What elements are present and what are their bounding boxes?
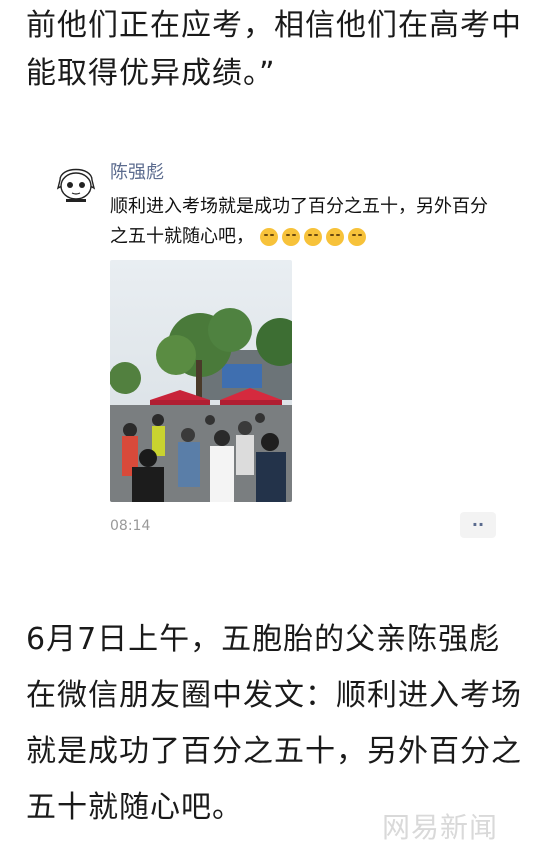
laugh-cry-icon [347, 228, 366, 246]
article-intro: 前他们正在应考，相信他们在高考中能取得优异成绩。” [26, 8, 522, 91]
avatar[interactable] [52, 158, 100, 206]
laugh-cry-icon [281, 228, 300, 246]
moments-post-card: 陈强彪 顺利进入考场就是成功了百分之五十，另外百分之五十就随心吧， 08:14 … [36, 140, 506, 560]
post-text: 顺利进入考场就是成功了百分之五十，另外百分之五十就随心吧， [110, 192, 500, 252]
laugh-cry-icon [303, 228, 322, 246]
article-body-paragraph: 6月7日上午，五胞胎的父亲陈强彪在微信朋友圈中发文：顺利进入考场就是成功了百分之… [26, 622, 522, 825]
laugh-cry-icon [259, 228, 278, 246]
post-author-name[interactable]: 陈强彪 [110, 158, 164, 184]
watermark-text: 网易新闻 [382, 811, 499, 844]
more-options-button[interactable]: ·· [460, 512, 496, 538]
post-timestamp: 08:14 [110, 518, 151, 534]
post-photo[interactable] [110, 260, 292, 502]
laugh-cry-icon [325, 228, 344, 246]
